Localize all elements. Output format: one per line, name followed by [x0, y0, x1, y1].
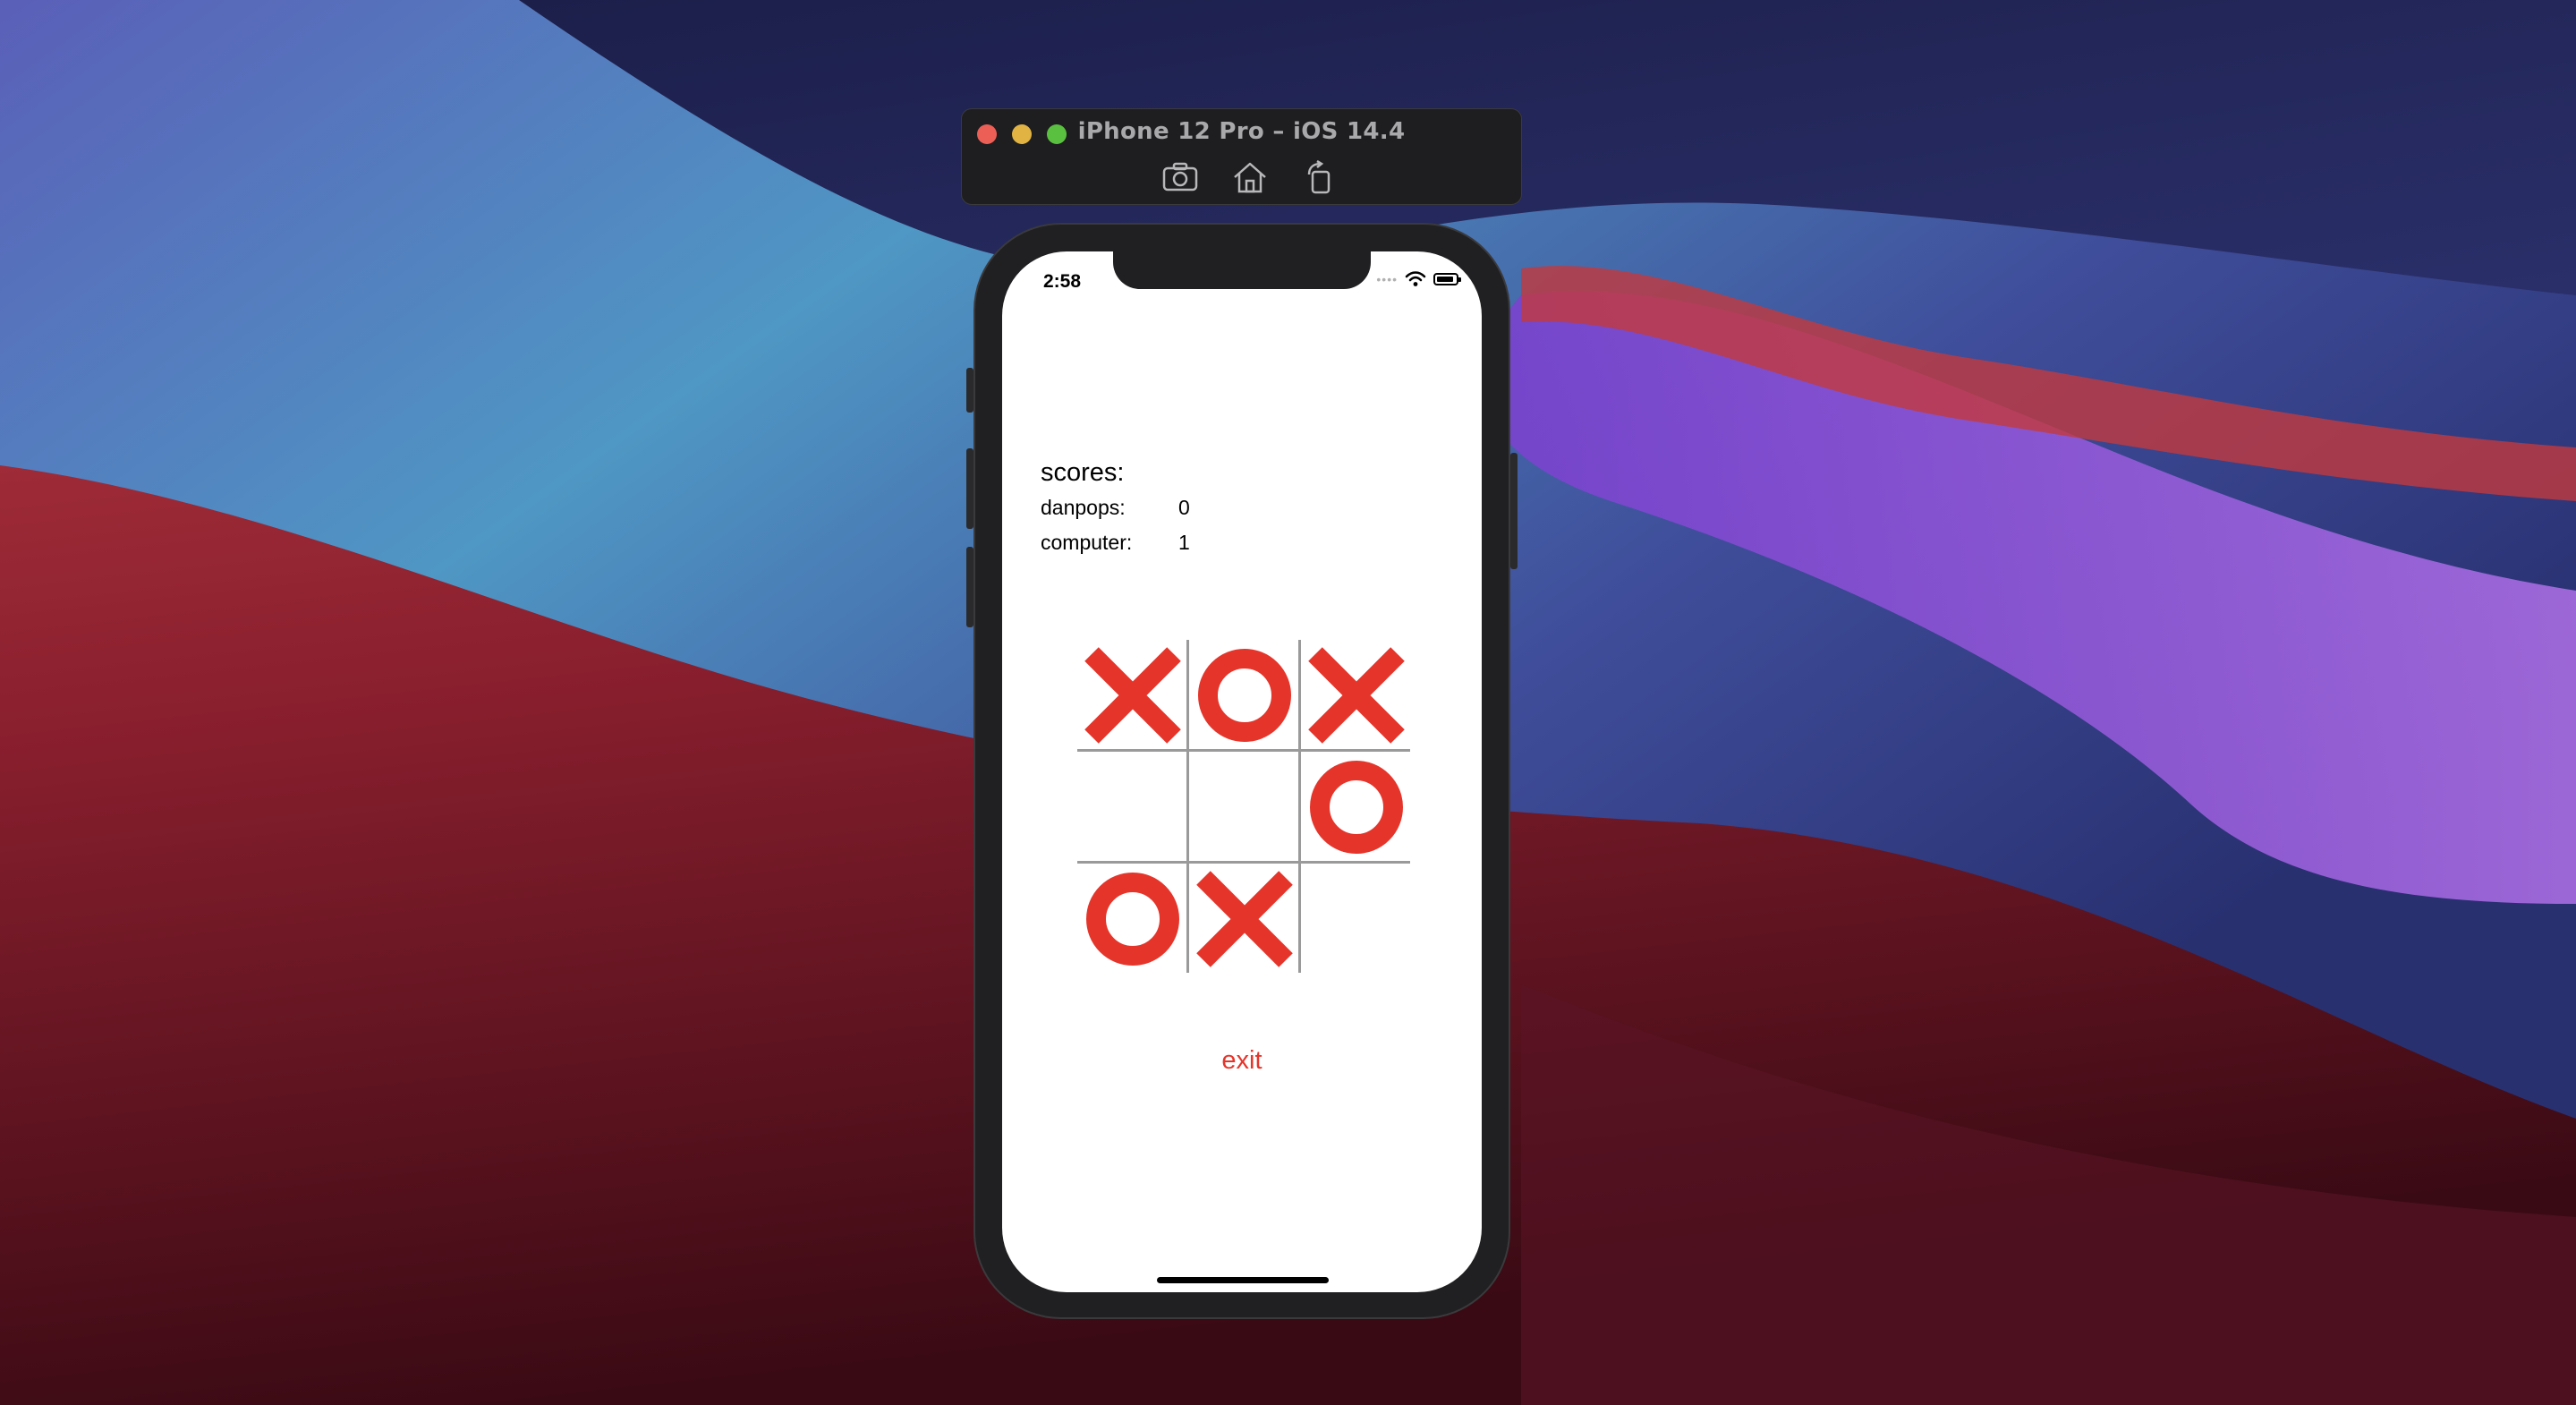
simulator-toolbar	[1161, 160, 1339, 194]
exit-button[interactable]: exit	[1002, 1046, 1482, 1076]
o-mark-icon	[1310, 761, 1403, 854]
o-mark-icon	[1086, 873, 1179, 966]
board-cell[interactable]	[1301, 640, 1412, 751]
notch	[1113, 251, 1371, 289]
x-mark-icon	[1308, 647, 1405, 744]
board-cell[interactable]	[1189, 864, 1300, 975]
player-score: 0	[1178, 496, 1190, 519]
screenshot-icon[interactable]	[1161, 160, 1199, 194]
wifi-icon	[1405, 271, 1426, 286]
x-mark-icon	[1084, 647, 1181, 744]
rotate-icon[interactable]	[1301, 160, 1339, 194]
x-mark-icon	[1196, 871, 1293, 967]
status-time: 2:58	[1043, 271, 1082, 292]
volume-up-button	[966, 448, 973, 529]
board-cell[interactable]	[1077, 864, 1188, 975]
computer-score: 1	[1178, 531, 1190, 554]
board-cell[interactable]	[1301, 752, 1412, 863]
status-icons: ••••	[1376, 271, 1461, 287]
player-name: danpops:	[1041, 496, 1126, 519]
game-board	[1077, 640, 1410, 973]
board-cell[interactable]	[1189, 752, 1300, 863]
battery-icon	[1433, 273, 1461, 285]
board-cell[interactable]	[1189, 640, 1300, 751]
scores-heading: scores:	[1041, 458, 1125, 487]
cellular-signal-icon: ••••	[1376, 272, 1398, 286]
side-button	[1510, 453, 1518, 569]
board-cell[interactable]	[1301, 864, 1412, 975]
board-cell[interactable]	[1077, 752, 1188, 863]
volume-down-button	[966, 547, 973, 627]
simulator-title: iPhone 12 Pro – iOS 14.4	[1077, 118, 1406, 145]
home-icon[interactable]	[1231, 160, 1269, 194]
computer-name: computer:	[1041, 531, 1133, 554]
o-mark-icon	[1198, 649, 1291, 742]
app-screen: 2:58 •••• scores: danpops: 0 computer: 1…	[1002, 251, 1482, 1292]
ring-switch	[966, 368, 973, 413]
board-cell[interactable]	[1077, 640, 1188, 751]
simulator-titlebar: iPhone 12 Pro – iOS 14.4	[961, 108, 1522, 205]
home-indicator	[1157, 1277, 1329, 1283]
